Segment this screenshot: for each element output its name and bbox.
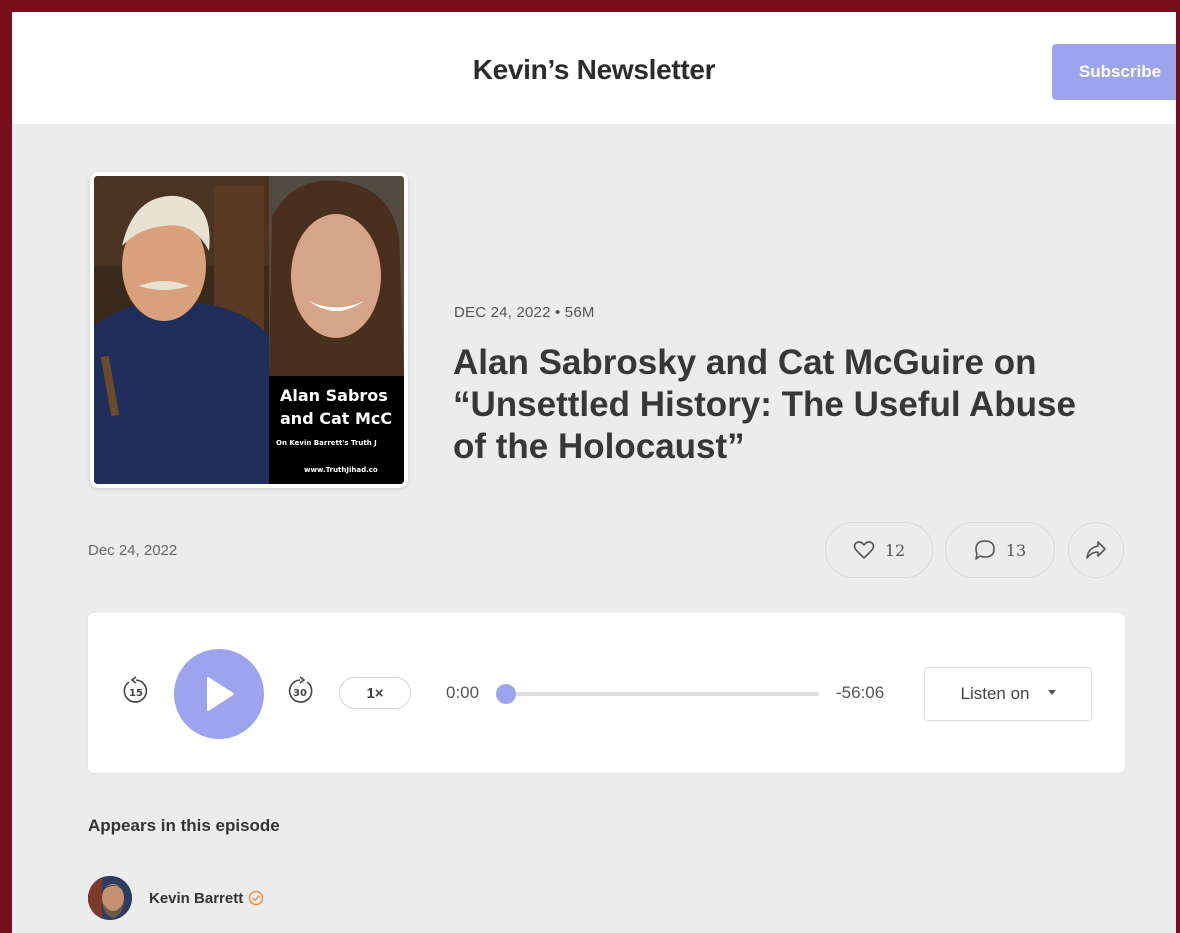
post-date: Dec 24, 2022 bbox=[88, 542, 178, 559]
guest-name[interactable]: Kevin Barrett bbox=[149, 890, 243, 907]
episode-title: Alan Sabrosky and Cat McGuire on “Unsett… bbox=[453, 343, 1076, 466]
rewind-15-button[interactable]: 15 bbox=[121, 676, 151, 706]
listen-on-dropdown[interactable]: Listen on bbox=[924, 667, 1092, 721]
share-arrow-icon bbox=[1085, 540, 1107, 560]
comment-bubble-icon bbox=[974, 539, 996, 561]
comment-count: 13 bbox=[1005, 540, 1027, 560]
like-button[interactable]: 12 bbox=[825, 522, 933, 578]
heart-icon bbox=[853, 540, 875, 560]
play-icon bbox=[207, 677, 234, 711]
like-count: 12 bbox=[884, 540, 906, 560]
site-header: Kevin’s Newsletter Subscribe bbox=[12, 12, 1176, 124]
progress-track[interactable] bbox=[496, 684, 819, 704]
subscribe-button[interactable]: Subscribe bbox=[1052, 44, 1176, 100]
guest-item[interactable]: Kevin Barrett bbox=[88, 876, 264, 920]
play-button[interactable] bbox=[174, 649, 264, 739]
progress-knob[interactable] bbox=[496, 684, 516, 704]
appears-heading: Appears in this episode bbox=[88, 816, 280, 835]
rewind-15-icon: 15 bbox=[123, 676, 148, 703]
listen-on-label: Listen on bbox=[960, 684, 1030, 703]
comments-button[interactable]: 13 bbox=[945, 522, 1055, 578]
share-button[interactable] bbox=[1068, 522, 1124, 578]
current-time: 0:00 bbox=[446, 683, 480, 702]
verified-badge-icon bbox=[248, 890, 264, 906]
page-frame: Kevin’s Newsletter Subscribe Alan Sabros… bbox=[12, 12, 1176, 933]
forward-30-icon: 30 bbox=[288, 676, 313, 703]
avatar[interactable] bbox=[88, 876, 132, 920]
cover-text-line: www.TruthJihad.co bbox=[304, 466, 378, 474]
episode-cover-image: Alan Sabros and Cat McC On Kevin Barrett… bbox=[90, 172, 408, 488]
skip-back-seconds: 15 bbox=[129, 688, 143, 699]
remaining-time: -56:06 bbox=[836, 683, 885, 702]
skip-forward-seconds: 30 bbox=[293, 688, 307, 699]
cover-text-line: On Kevin Barrett's Truth J bbox=[276, 439, 377, 447]
episode-meta: DEC 24, 2022 • 56M bbox=[454, 304, 595, 321]
audio-player: 15 30 1× 0:00 -56:06 Listen on bbox=[88, 613, 1125, 773]
cover-text-line: Alan Sabros bbox=[280, 386, 388, 405]
site-title[interactable]: Kevin’s Newsletter bbox=[12, 54, 1176, 86]
caret-down-icon bbox=[1047, 689, 1056, 695]
cover-text-line: and Cat McC bbox=[280, 409, 393, 428]
cover-art bbox=[94, 176, 404, 484]
playback-speed-button[interactable]: 1× bbox=[339, 677, 411, 709]
forward-30-button[interactable]: 30 bbox=[285, 676, 315, 706]
